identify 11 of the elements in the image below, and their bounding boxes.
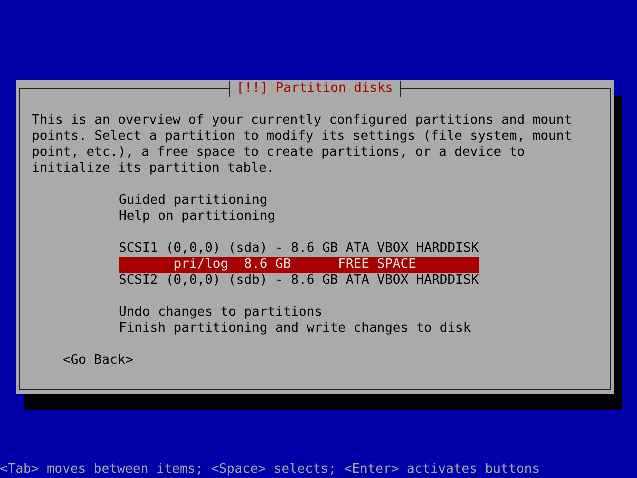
disk-menu-item[interactable]: SCSI1 (0,0,0) (sda) - 8.6 GB ATA VBOX HARDDISK — [119, 241, 480, 257]
menu-item[interactable]: Guided partitioning — [119, 193, 480, 209]
status-bar-hint: <Tab> moves between items; <Space> selects; <Enter> activates buttons — [0, 462, 542, 478]
disk-menu-item[interactable]: SCSI2 (0,0,0) (sdb) - 8.6 GB ATA VBOX HARDDISK — [119, 273, 480, 289]
menu-item[interactable]: Help on partitioning — [119, 209, 480, 225]
dialog-title: [!!] Partition disks — [228, 81, 402, 97]
description-text: This is an overview of your currently configured partitions and mount points. Select a partition to modify its settings (file system, mount point, etc.), a free space to create partitions, or a device to initialize its partition table. — [32, 113, 574, 177]
partition-menu-item[interactable]: pri/log 8.6 GB FREE SPACE — [119, 257, 480, 273]
menu-item[interactable]: Undo changes to partitions — [119, 305, 480, 321]
menu-item[interactable]: Finish partitioning and write changes to disk — [119, 321, 480, 337]
go-back-button[interactable]: <Go Back> — [63, 353, 134, 369]
